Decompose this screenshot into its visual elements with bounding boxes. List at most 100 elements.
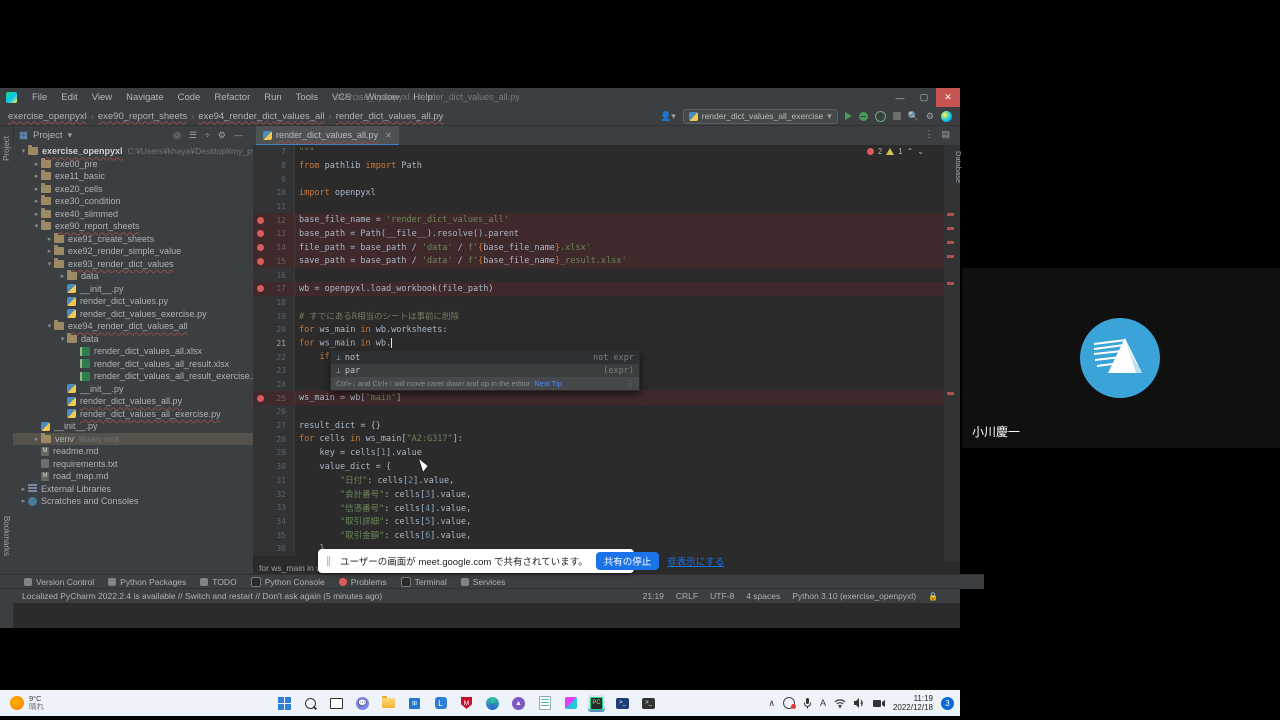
tree-item-exercise-openpyxl[interactable]: ▾exercise_openpyxlC:¥Users¥khaya¥Desktop… bbox=[13, 145, 253, 158]
tree-item--init-py[interactable]: __init__.py bbox=[13, 420, 253, 433]
tree-item-render-dict-values-exercise-py[interactable]: render_dict_values_exercise.py bbox=[13, 308, 253, 321]
menu-run[interactable]: Run bbox=[257, 92, 288, 103]
minimize-button[interactable]: — bbox=[888, 88, 912, 107]
tree-item-render-dict-values-py[interactable]: render_dict_values.py bbox=[13, 295, 253, 308]
locate-icon[interactable]: ◎ bbox=[173, 130, 181, 141]
tree-item-readme-md[interactable]: Mreadme.md bbox=[13, 445, 253, 458]
editor-scrollbar[interactable]: Database bbox=[944, 145, 960, 561]
tree-chevron-icon[interactable]: ▸ bbox=[45, 235, 54, 243]
code-line-18[interactable]: 18 bbox=[253, 296, 944, 310]
code-line-9[interactable]: 9 bbox=[253, 172, 944, 186]
menu-tools[interactable]: Tools bbox=[289, 92, 325, 103]
tree-chevron-icon[interactable]: ▸ bbox=[45, 247, 54, 255]
gutter[interactable]: 20 bbox=[253, 323, 295, 337]
code-line-19[interactable]: 19# すでにあるR相当のシートは事前に削除 bbox=[253, 309, 944, 323]
gutter[interactable]: 18 bbox=[253, 296, 295, 310]
tree-chevron-icon[interactable]: ▸ bbox=[32, 197, 41, 205]
gutter[interactable]: 36 bbox=[253, 542, 295, 556]
gutter[interactable]: 19 bbox=[253, 309, 295, 323]
gutter[interactable]: 9 bbox=[253, 172, 295, 186]
tree-item-exe11-basic[interactable]: ▸exe11_basic bbox=[13, 170, 253, 183]
tree-chevron-icon[interactable]: ▾ bbox=[45, 322, 54, 330]
project-panel-title[interactable]: Project bbox=[33, 130, 63, 141]
error-stripe-mark[interactable] bbox=[947, 392, 954, 395]
code-line-7[interactable]: 7""" bbox=[253, 145, 944, 159]
gutter[interactable]: 26 bbox=[253, 405, 295, 419]
hide-bar-link[interactable]: 非表示にする bbox=[667, 554, 724, 568]
taskbar-explorer-icon[interactable] bbox=[380, 695, 397, 712]
expand-icon[interactable]: ☰ bbox=[189, 130, 197, 141]
gutter[interactable]: 30 bbox=[253, 460, 295, 474]
more-options-icon[interactable]: ⋮ bbox=[924, 129, 933, 140]
gutter[interactable]: 16 bbox=[253, 268, 295, 282]
taskbar-cmd-icon[interactable]: >_ bbox=[640, 695, 657, 712]
code-line-32[interactable]: 32 "会計番号": cells[3].value, bbox=[253, 487, 944, 501]
gutter[interactable]: 14 bbox=[253, 241, 295, 255]
taskbar-line-icon[interactable]: L bbox=[432, 695, 449, 712]
status-widget[interactable]: UTF-8 bbox=[710, 591, 734, 601]
status-message[interactable]: Localized PyCharm 2022.2.4 is available … bbox=[22, 591, 382, 601]
toolwindow-python-console[interactable]: Python Console bbox=[251, 577, 325, 587]
tree-item-render-dict-values-all-exercise-py[interactable]: render_dict_values_all_exercise.py bbox=[13, 408, 253, 421]
taskbar-photos-icon[interactable] bbox=[562, 695, 579, 712]
code-line-17[interactable]: 17wb = openpyxl.load_workbook(file_path) bbox=[253, 282, 944, 296]
stop-button[interactable] bbox=[893, 112, 901, 120]
camera-icon[interactable] bbox=[873, 699, 885, 708]
tree-item-render-dict-values-all-py[interactable]: render_dict_values_all.py bbox=[13, 395, 253, 408]
gutter[interactable]: 22 bbox=[253, 350, 295, 364]
volume-icon[interactable] bbox=[854, 698, 865, 708]
menu-edit[interactable]: Edit bbox=[54, 92, 84, 103]
code-line-31[interactable]: 31 "日付": cells[2].value, bbox=[253, 474, 944, 488]
code-line-35[interactable]: 35 "取引金額": cells[6].value, bbox=[253, 528, 944, 542]
taskbar-mcafee-icon[interactable]: M bbox=[458, 695, 475, 712]
code-line-10[interactable]: 10import openpyxl bbox=[253, 186, 944, 200]
breakpoint-icon[interactable] bbox=[257, 217, 264, 224]
tray-chevron-icon[interactable]: ∧ bbox=[768, 698, 775, 709]
settings-gear-icon[interactable]: ⚙ bbox=[926, 111, 934, 122]
gutter[interactable]: 33 bbox=[253, 501, 295, 515]
code-line-21[interactable]: 21for ws_main in wb. bbox=[253, 337, 944, 351]
breakpoint-icon[interactable] bbox=[257, 258, 264, 265]
tree-chevron-icon[interactable]: ▸ bbox=[32, 435, 41, 443]
toolwindow-services[interactable]: Services bbox=[461, 577, 506, 587]
tree-item-exe93-render-dict-values[interactable]: ▾exe93_render_dict_values bbox=[13, 258, 253, 271]
code-line-14[interactable]: 14file_path = base_path / 'data' / f'{ba… bbox=[253, 241, 944, 255]
breadcrumb-item[interactable]: exercise_openpyxl bbox=[8, 111, 87, 122]
stop-sharing-button[interactable]: 共有の停止 bbox=[596, 552, 660, 570]
editor-tab[interactable]: render_dict_values_all.py ✕ bbox=[256, 126, 399, 146]
tree-item-road-map-md[interactable]: Mroad_map.md bbox=[13, 470, 253, 483]
tree-chevron-icon[interactable]: ▸ bbox=[32, 160, 41, 168]
split-editor-icon[interactable]: ▤ bbox=[941, 129, 950, 140]
gutter[interactable]: 32 bbox=[253, 487, 295, 501]
hide-panel-icon[interactable]: — bbox=[234, 130, 243, 141]
status-widget[interactable]: 21:19 bbox=[643, 591, 664, 601]
bookmarks-stripe-tab[interactable]: Bookmarks bbox=[2, 516, 11, 556]
tree-item-exe94-render-dict-values-all[interactable]: ▾exe94_render_dict_values_all bbox=[13, 320, 253, 333]
more-options-icon[interactable]: ⋮ bbox=[627, 379, 635, 388]
tree-chevron-icon[interactable]: ▸ bbox=[19, 485, 28, 493]
status-widget[interactable]: CRLF bbox=[676, 591, 698, 601]
gutter[interactable]: 12 bbox=[253, 213, 295, 227]
close-button[interactable]: ✕ bbox=[936, 88, 960, 107]
gutter[interactable]: 24 bbox=[253, 378, 295, 392]
error-stripe-mark[interactable] bbox=[947, 227, 954, 230]
gutter[interactable]: 8 bbox=[253, 159, 295, 173]
code-line-34[interactable]: 34 "取引詳細": cells[5].value, bbox=[253, 515, 944, 529]
code-line-16[interactable]: 16 bbox=[253, 268, 944, 282]
taskbar-notepad-icon[interactable] bbox=[536, 695, 553, 712]
code-line-33[interactable]: 33 "信憑番号": cells[4].value, bbox=[253, 501, 944, 515]
taskbar-taskview-icon[interactable] bbox=[328, 695, 345, 712]
tree-item-exe00-pre[interactable]: ▸exe00_pre bbox=[13, 158, 253, 171]
participant-video-tile[interactable]: 小川慶一 bbox=[962, 268, 1280, 448]
drag-handle-icon[interactable]: ∥ bbox=[326, 556, 332, 567]
toolwindow-version-control[interactable]: Version Control bbox=[24, 577, 94, 587]
menu-code[interactable]: Code bbox=[171, 92, 208, 103]
wifi-icon[interactable] bbox=[834, 699, 846, 708]
gutter[interactable]: 21 bbox=[253, 337, 295, 351]
tree-item-data[interactable]: ▸data bbox=[13, 270, 253, 283]
taskbar-purple-app-icon[interactable]: ▲ bbox=[510, 695, 527, 712]
code-line-27[interactable]: 27result_dict = {} bbox=[253, 419, 944, 433]
tree-chevron-icon[interactable]: ▸ bbox=[32, 172, 41, 180]
gutter[interactable]: 10 bbox=[253, 186, 295, 200]
tree-item--init-py[interactable]: __init__.py bbox=[13, 383, 253, 396]
